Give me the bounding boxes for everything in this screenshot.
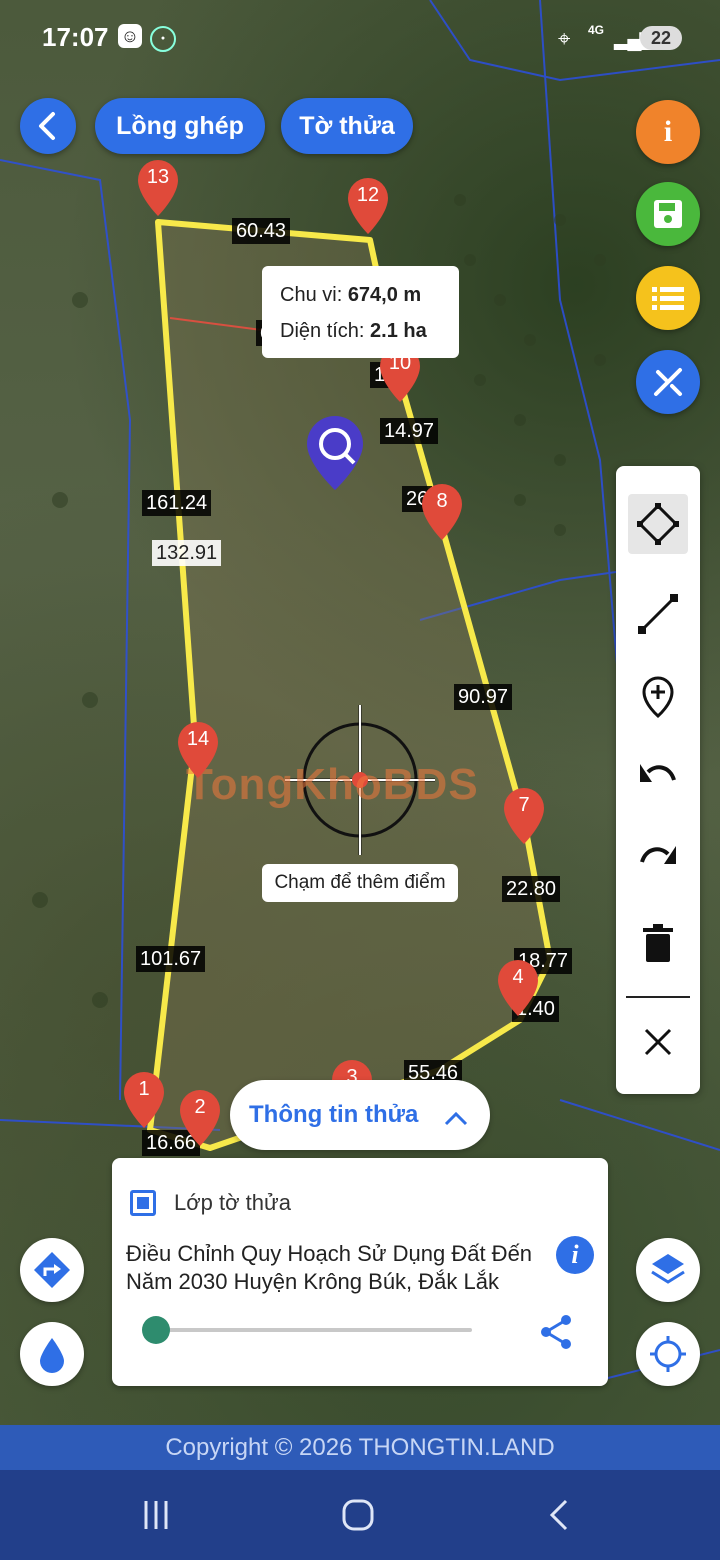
ruler-pencil-icon (654, 368, 682, 396)
measure-edit-button[interactable] (636, 350, 700, 414)
add-point-tool[interactable] (628, 666, 688, 726)
tool-divider (626, 996, 690, 998)
layer-description: Điều Chỉnh Quy Hoạch Sử Dụng Đất Đến Năm… (126, 1241, 533, 1294)
vertex-pin[interactable]: 12 (348, 178, 388, 234)
measurement-popup: Chu vi: 674,0 m Diện tích: 2.1 ha (262, 266, 459, 358)
close-icon (644, 1028, 672, 1056)
redo-icon (640, 846, 676, 864)
vertex-pin[interactable]: 7 (504, 788, 544, 844)
segment-length-label: 14.97 (380, 418, 439, 444)
delete-icon (643, 924, 673, 962)
info-icon: i (663, 115, 673, 148)
status-bar: 17:07 ☺ ● ⌖ 4G ▂▄▆ 22 (0, 0, 720, 72)
layer-info-icon[interactable]: i (556, 1236, 594, 1274)
perimeter-row: Chu vi: 674,0 m (280, 284, 422, 306)
line-tool-icon (638, 594, 678, 634)
copyright-bar: Copyright © 2026 THONGTIN.LAND (0, 1425, 720, 1470)
undo-icon (640, 764, 676, 782)
system-nav-bar (0, 1470, 720, 1560)
add-point-icon (642, 676, 674, 718)
vertex-pin[interactable]: 1 (124, 1072, 164, 1128)
share-icon[interactable] (536, 1312, 576, 1352)
battery-level: 22 (640, 26, 682, 50)
save-icon (654, 200, 682, 228)
system-back-button[interactable] (530, 1490, 590, 1540)
layers-icon (651, 1254, 685, 1284)
location-icon: ⌖ (558, 26, 571, 51)
segment-length-label: 101.67 (136, 946, 206, 972)
vertex-pin[interactable]: 8 (422, 484, 462, 540)
segment-length-label: 60.43 (232, 218, 291, 244)
map-sheet-button[interactable]: Tờ thửa (281, 98, 413, 154)
my-location-button[interactable] (636, 1322, 700, 1386)
vertex-pin[interactable]: 13 (138, 160, 178, 216)
list-icon (652, 287, 684, 310)
layer-checkbox[interactable] (130, 1190, 156, 1216)
recent-apps-button[interactable] (126, 1490, 186, 1540)
vertex-pin[interactable]: 4 (498, 960, 538, 1016)
smiley-icon: ☺ (118, 24, 142, 48)
parcel-info-label: Thông tin thửa (249, 1101, 419, 1128)
clock: 17:07 (42, 22, 109, 52)
back-arrow-icon (39, 112, 55, 140)
undo-button[interactable] (628, 746, 688, 806)
layer-card: Lớp tờ thửa Điều Chỉnh Quy Hoạch Sử Dụng… (112, 1158, 608, 1386)
bank-app-icon: ● (150, 26, 176, 52)
parcel-info-button[interactable]: Thông tin thửa (230, 1080, 490, 1150)
water-drop-icon (40, 1338, 64, 1373)
segment-length-label: 90.97 (454, 684, 513, 710)
info-button[interactable]: i (636, 100, 700, 164)
home-icon (342, 1499, 374, 1531)
back-button[interactable] (20, 98, 76, 154)
recent-apps-icon (144, 1501, 168, 1529)
redo-button[interactable] (628, 828, 688, 888)
polygon-tool-icon (637, 503, 679, 545)
opacity-slider-handle[interactable] (142, 1316, 170, 1344)
water-button[interactable] (20, 1322, 84, 1386)
area-row: Diện tích: 2.1 ha (280, 320, 427, 342)
segment-length-label: 132.91 (152, 540, 222, 566)
delete-button[interactable] (628, 914, 688, 974)
save-button[interactable] (636, 182, 700, 246)
list-button[interactable] (636, 266, 700, 330)
network-type: 4G (588, 23, 605, 37)
directions-icon (34, 1252, 70, 1288)
close-tools-button[interactable] (628, 1012, 688, 1072)
polygon-tool[interactable] (628, 494, 688, 554)
directions-button[interactable] (20, 1238, 84, 1302)
watermark: TongKhoBDS (186, 760, 479, 809)
layers-button[interactable] (636, 1238, 700, 1302)
draw-tool-panel (616, 466, 700, 1094)
segment-length-label: 22.80 (502, 876, 561, 902)
layer-name: Lớp tờ thửa (174, 1190, 291, 1215)
crosshair-hint: Chạm để thêm điểm (262, 864, 458, 902)
system-back-icon (549, 1499, 568, 1531)
opacity-slider-track[interactable] (156, 1328, 472, 1332)
vertex-pin[interactable]: 2 (180, 1090, 220, 1146)
my-location-icon (650, 1336, 686, 1372)
segment-length-label: 161.24 (142, 490, 212, 516)
vertex-pin[interactable]: 14 (178, 722, 218, 778)
line-tool[interactable] (628, 584, 688, 644)
home-button[interactable] (328, 1490, 388, 1540)
overlay-button[interactable]: Lồng ghép (95, 98, 265, 154)
